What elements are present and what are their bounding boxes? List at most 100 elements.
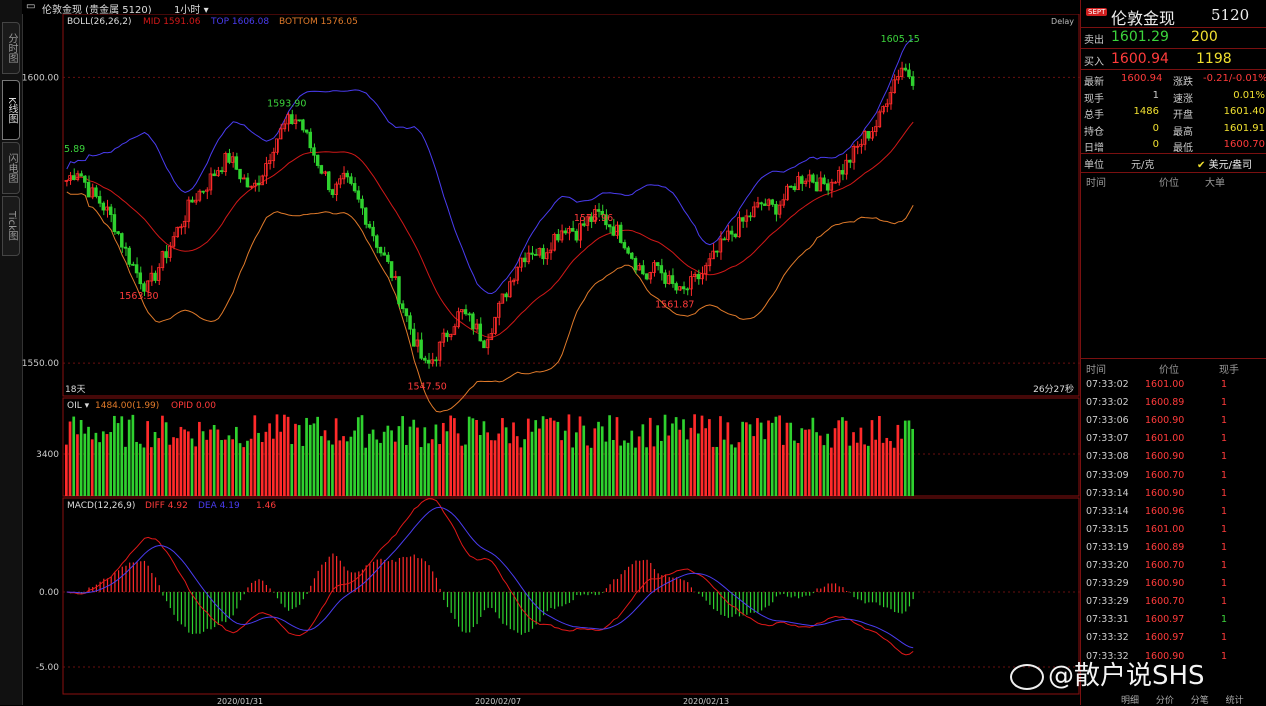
candle: [811, 174, 815, 183]
candle: [622, 242, 627, 249]
trade-time: 07:33:15: [1086, 523, 1129, 535]
divider: [1081, 172, 1266, 173]
volume-bar: [135, 441, 138, 496]
candle: [866, 130, 871, 139]
price-annotation: 1563.30: [119, 291, 158, 302]
volume-bar: [356, 417, 360, 496]
watermark-text: @散户说SHS: [1048, 661, 1205, 691]
volume-bar: [320, 436, 323, 496]
trade-time: 07:33:02: [1086, 379, 1129, 390]
tab-flash[interactable]: 闪电图: [2, 142, 20, 194]
buy-row[interactable]: 买入 1600.94 1198: [1081, 50, 1266, 70]
volume-bar: [323, 430, 327, 496]
volume-bar: [748, 424, 752, 496]
volume-bar: [807, 429, 811, 496]
book-header-price: 价位: [1159, 178, 1179, 189]
volume-bar: [161, 415, 164, 496]
candle: [423, 357, 427, 361]
trade-row: 07:33:02 1601.00 1: [1081, 376, 1266, 394]
volume-bar: [194, 446, 198, 496]
volume-bar: [98, 442, 101, 496]
buy-qty: 1198: [1196, 51, 1232, 67]
candle: [788, 185, 793, 188]
volume-bar: [419, 447, 423, 496]
kline-chart[interactable]: 1600.00 1550.00 5.89 1593.90 1563.30 1547.50 1…: [22, 14, 1080, 705]
volume-bar: [94, 432, 98, 496]
volume-bar: [852, 432, 855, 496]
unit-value[interactable]: 元/克: [1131, 156, 1154, 171]
volume-bar: [604, 441, 608, 496]
window-icon[interactable]: ▭: [26, 1, 35, 12]
volume-bar: [286, 416, 290, 496]
volume-bar: [704, 428, 708, 496]
date-tick-label: 2020/02/13: [683, 697, 729, 705]
macd-name: MACD(12,26,9): [67, 501, 135, 511]
candle: [825, 183, 830, 191]
volume-bar: [257, 432, 260, 496]
volume-bar: [545, 419, 549, 496]
candle: [352, 183, 357, 192]
volume-bar: [811, 417, 815, 496]
candle: [134, 264, 139, 274]
buy-label: 买入: [1084, 57, 1104, 68]
volume-bar: [826, 433, 829, 496]
weibo-watermark: @散户说SHS: [1010, 655, 1205, 692]
candle: [101, 202, 106, 211]
volume-bar: [467, 416, 471, 496]
tab-timeshare[interactable]: 分时图: [2, 22, 20, 74]
volume-bar: [345, 441, 349, 496]
volume-bar: [497, 433, 501, 496]
tab-tick[interactable]: Tick图: [2, 196, 20, 256]
volume-bar: [164, 422, 168, 496]
candle: [419, 339, 423, 359]
trade-qty: 1: [1221, 379, 1228, 390]
candle: [907, 69, 911, 78]
volume-bar: [175, 438, 179, 496]
candle: [848, 159, 852, 163]
candle: [326, 171, 331, 191]
candle: [201, 190, 205, 193]
volume-bar: [138, 443, 142, 496]
volume-bar: [741, 421, 744, 496]
volume-bar: [626, 442, 630, 496]
sell-row[interactable]: 卖出 1601.29 200: [1081, 28, 1266, 48]
trade-row: 07:33:08 1600.90 1: [1081, 448, 1266, 466]
volume-bar: [76, 434, 79, 496]
candle: [471, 313, 475, 330]
volume-bar: [848, 445, 852, 496]
book-header: 时间 价位 大单: [1081, 174, 1266, 189]
stat-row: 最新 1600.94 涨跌 -0.21/-0.01%: [1081, 71, 1266, 88]
volume-bar: [623, 440, 626, 496]
stat-value: 1: [1152, 89, 1159, 101]
volume-bar: [575, 432, 578, 496]
volume-bar: [874, 439, 878, 496]
trade-row: 07:33:07 1601.00 1: [1081, 430, 1266, 448]
volume-bar: [268, 423, 271, 496]
volume-bar: [453, 418, 456, 496]
volume-bar: [471, 418, 475, 496]
candle: [611, 226, 616, 236]
volume-bar: [726, 422, 730, 496]
volume-bar: [885, 437, 889, 496]
volume-bar: [305, 417, 308, 496]
candle: [570, 227, 575, 232]
candle: [112, 214, 117, 233]
volume-bar: [774, 416, 778, 496]
stat-label: 涨跌: [1173, 77, 1193, 88]
candle: [556, 234, 560, 241]
candle: [256, 182, 261, 186]
volume-bar: [730, 444, 733, 496]
sell-label: 卖出: [1084, 35, 1104, 46]
volume-bar: [264, 431, 268, 496]
volume-bar: [379, 442, 382, 496]
volume-bar: [105, 434, 109, 496]
candle: [315, 154, 320, 166]
tab-kline[interactable]: K线图: [2, 80, 20, 140]
volume-bar: [486, 432, 489, 496]
candle: [530, 252, 534, 255]
date-tick-label: 2020/02/07: [475, 697, 521, 705]
volume-bar: [493, 440, 497, 496]
trade-qty: 1: [1221, 650, 1228, 662]
volume-bar: [600, 426, 604, 496]
unit-toggle[interactable]: ✔ 美元/盎司: [1197, 156, 1252, 171]
